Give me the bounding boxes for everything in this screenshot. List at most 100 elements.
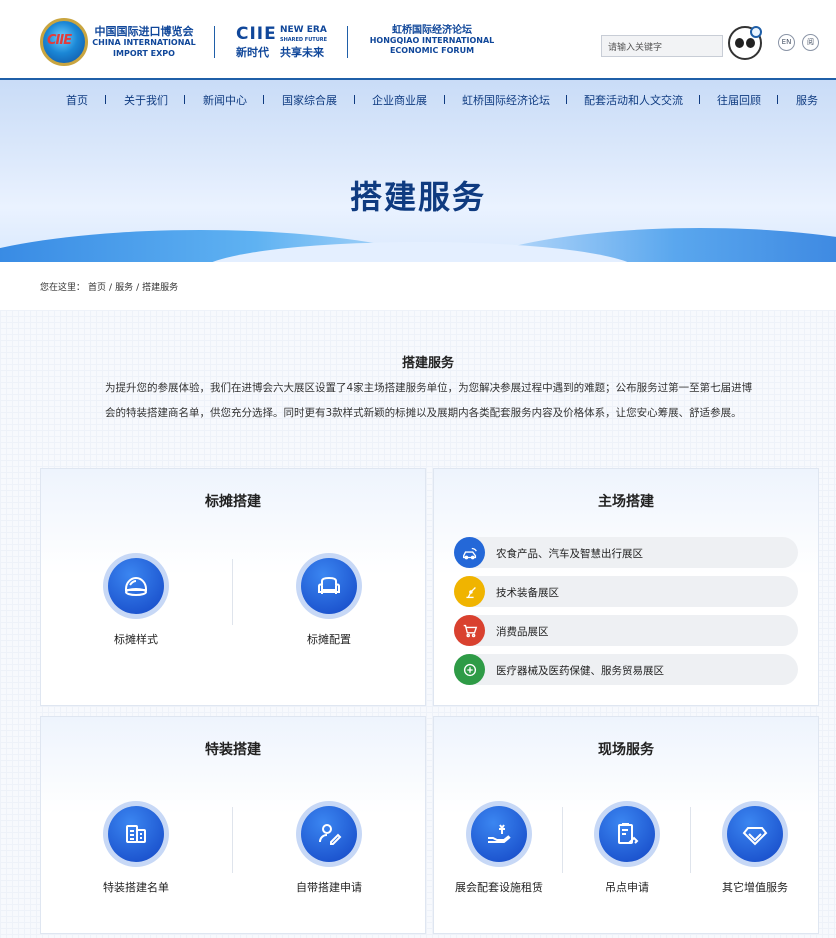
icon-ring <box>103 801 169 867</box>
hall-label: 技术装备展区 <box>496 587 559 599</box>
icon-ring <box>103 553 169 619</box>
lang-en-button[interactable]: EN <box>778 34 795 51</box>
expo-name-en-1: CHINA INTERNATIONAL <box>92 38 196 47</box>
car-icon <box>454 537 485 568</box>
nav-item-about[interactable]: 关于我们 <box>124 92 168 108</box>
nav-item-activities[interactable]: 配套活动和人文交流 <box>584 92 683 108</box>
breadcrumb-sep: / <box>109 283 113 293</box>
nav-separator <box>105 95 106 104</box>
breadcrumb-label: 您在这里： <box>40 283 86 293</box>
value-added-service-button[interactable]: 其它增值服务 <box>712 801 798 895</box>
nav-item-forum[interactable]: 虹桥国际经济论坛 <box>462 92 550 108</box>
hall-label: 医疗器械及医药保健、服务贸易展区 <box>496 665 664 677</box>
nav-separator <box>354 95 355 104</box>
armchair-icon <box>301 558 357 614</box>
card-title: 特装搭建 <box>205 742 261 758</box>
facility-rental-button[interactable]: 展会配套设施租赁 <box>449 801 549 895</box>
hall-item-food-auto[interactable]: 农食产品、汽车及智慧出行展区 <box>454 537 798 568</box>
forum-logo[interactable]: 虹桥国际经济论坛 HONGQIAO INTERNATIONAL ECONOMIC… <box>366 26 498 56</box>
column-divider <box>232 807 233 873</box>
clipboard-wrench-icon <box>599 806 655 862</box>
icon-label: 吊点申请 <box>605 881 649 894</box>
section-intro: 为提升您的参展体验，我们在进博会六大展区设置了4家主场搭建服务单位，为您解决参展… <box>105 382 753 419</box>
icon-label: 特装搭建名单 <box>103 881 169 894</box>
hall-item-consumer-goods[interactable]: 消费品展区 <box>454 615 798 646</box>
nav-separator <box>444 95 445 104</box>
icon-label: 标摊样式 <box>114 633 158 646</box>
icon-ring <box>466 801 532 867</box>
new-era-slogan: NEW ERA SHARED FUTURE <box>280 25 327 45</box>
card-onsite-service: 现场服务 展会配套设施租赁 吊点申请 其它增值服务 <box>433 716 819 934</box>
expo-name-en-2: IMPORT EXPO <box>113 49 175 58</box>
breadcrumb-services[interactable]: 服务 <box>115 283 133 293</box>
brand-mark: CIIE <box>236 24 277 44</box>
card-booth-build: 标摊搭建 标摊样式 标摊配置 <box>40 468 426 706</box>
diamond-icon <box>727 806 783 862</box>
hall-label: 消费品展区 <box>496 626 549 638</box>
expo-logo-text[interactable]: 中国国际进口博览会 CHINA INTERNATIONAL IMPORT EXP… <box>92 26 196 59</box>
forum-name-en-1: HONGQIAO INTERNATIONAL <box>369 36 495 45</box>
column-divider <box>232 559 233 625</box>
user-edit-icon <box>301 806 357 862</box>
nav-item-home[interactable]: 首页 <box>66 92 88 108</box>
search-input[interactable]: 请输入关键字 <box>601 35 723 57</box>
special-builder-list-button[interactable]: 特装搭建名单 <box>83 801 189 895</box>
breadcrumb-home[interactable]: 首页 <box>88 283 106 293</box>
robot-arm-icon <box>454 576 485 607</box>
breadcrumb-sep: / <box>136 283 140 293</box>
hall-item-tech-equipment[interactable]: 技术装备展区 <box>454 576 798 607</box>
rigging-point-apply-button[interactable]: 吊点申请 <box>584 801 670 895</box>
main-nav: 首页 关于我们 新闻中心 国家综合展 企业商业展 虹桥国际经济论坛 配套活动和人… <box>0 80 836 118</box>
nav-item-country-exhibition[interactable]: 国家综合展 <box>282 92 337 108</box>
hall-item-medical-services[interactable]: 医疗器械及医药保健、服务贸易展区 <box>454 654 798 685</box>
card-title: 主场搭建 <box>598 494 654 510</box>
icon-ring <box>296 553 362 619</box>
nav-item-services[interactable]: 服务 <box>796 92 818 108</box>
nav-separator <box>777 95 778 104</box>
cart-icon <box>454 615 485 646</box>
nav-separator <box>263 95 264 104</box>
nav-item-business-exhibition[interactable]: 企业商业展 <box>372 92 427 108</box>
card-special-build: 特装搭建 特装搭建名单 自带搭建申请 <box>40 716 426 934</box>
hand-money-icon <box>471 806 527 862</box>
medical-icon <box>454 654 485 685</box>
site-header: CIIE 中国国际进口博览会 CHINA INTERNATIONAL IMPOR… <box>0 0 836 80</box>
card-title: 现场服务 <box>598 742 654 758</box>
icon-label: 展会配套设施租赁 <box>455 881 543 894</box>
nav-separator <box>184 95 185 104</box>
header-divider <box>214 26 215 58</box>
ciie-logo-badge: CIIE <box>47 33 72 48</box>
nav-separator <box>566 95 567 104</box>
booth-config-button[interactable]: 标摊配置 <box>286 553 372 647</box>
nav-separator <box>699 95 700 104</box>
card-host-build: 主场搭建 农食产品、汽车及智慧出行展区 技术装备展区 消费品展区 医疗器械及医药… <box>433 468 819 706</box>
new-era-text: NEW ERA <box>280 25 327 35</box>
nav-item-news[interactable]: 新闻中心 <box>203 92 247 108</box>
icon-ring <box>722 801 788 867</box>
page-title: 搭建服务 <box>349 178 486 216</box>
self-build-apply-button[interactable]: 自带搭建申请 <box>279 801 379 895</box>
page-banner: 首页 关于我们 新闻中心 国家综合展 企业商业展 虹桥国际经济论坛 配套活动和人… <box>0 80 836 262</box>
breadcrumb-current: 搭建服务 <box>142 283 179 293</box>
lang-toggle-button[interactable]: 阅 <box>802 34 819 51</box>
icon-ring <box>296 801 362 867</box>
section-title: 搭建服务 <box>401 356 454 371</box>
icon-ring <box>594 801 660 867</box>
card-title: 标摊搭建 <box>205 494 261 510</box>
header-divider <box>347 26 348 58</box>
hall-label: 农食产品、汽车及智慧出行展区 <box>496 548 643 560</box>
nav-item-review[interactable]: 往届回顾 <box>717 92 761 108</box>
icon-label: 标摊配置 <box>307 633 351 646</box>
document-list-icon <box>108 806 164 862</box>
icon-label: 自带搭建申请 <box>296 881 362 894</box>
slogan-cn: 共享未来 <box>280 46 324 59</box>
forum-name-cn: 虹桥国际经济论坛 <box>392 25 472 36</box>
expo-name-cn: 中国国际进口博览会 <box>94 25 194 38</box>
breadcrumb: 您在这里： 首页 / 服务 / 搭建服务 <box>40 280 181 293</box>
column-divider <box>690 807 691 873</box>
brand-cn: 新时代 <box>236 46 269 59</box>
column-divider <box>562 807 563 873</box>
forum-name-en-2: ECONOMIC FORUM <box>389 46 475 55</box>
helmet-icon <box>108 558 164 614</box>
booth-style-button[interactable]: 标摊样式 <box>93 553 179 647</box>
